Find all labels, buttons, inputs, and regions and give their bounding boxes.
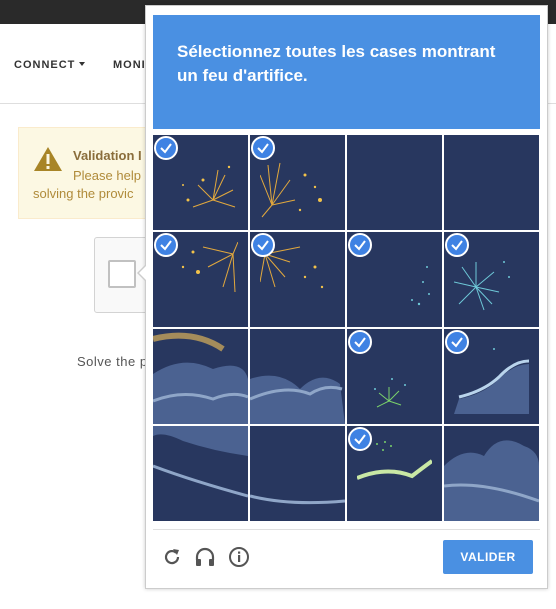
- alert-text-2: solving the provic: [33, 186, 134, 201]
- tile-r1c4[interactable]: [444, 135, 539, 230]
- tile-image: [250, 329, 345, 424]
- tile-image: [250, 426, 345, 521]
- reload-icon[interactable]: [161, 546, 183, 568]
- check-icon: [348, 427, 372, 451]
- check-icon: [445, 330, 469, 354]
- verify-button[interactable]: VALIDER: [443, 540, 533, 574]
- warning-icon: [34, 147, 62, 171]
- popup-arrow-inner: [139, 265, 147, 281]
- nav-connect-label: CONNECT: [14, 59, 76, 71]
- tile-image: [153, 426, 248, 521]
- prompt-object: feu d'artifice: [202, 66, 303, 85]
- check-icon: [251, 136, 275, 160]
- tile-r4c1[interactable]: [153, 426, 248, 521]
- nav-monitor-label: MONI: [113, 59, 146, 71]
- alert-text: Please help: [73, 168, 141, 183]
- tile-image: [347, 135, 442, 230]
- headphones-icon[interactable]: [194, 546, 216, 568]
- image-grid: [153, 135, 540, 522]
- captcha-checkbox[interactable]: [108, 260, 136, 288]
- check-icon: [445, 233, 469, 257]
- tile-r3c2[interactable]: [250, 329, 345, 424]
- check-icon: [154, 136, 178, 160]
- check-icon: [348, 233, 372, 257]
- prompt-line-1: Sélectionnez toutes les cases montrant: [177, 42, 496, 61]
- check-icon: [154, 233, 178, 257]
- check-icon: [348, 330, 372, 354]
- prompt-line-2: un feu d'artifice.: [177, 64, 516, 88]
- solve-text: Solve the p: [77, 354, 148, 369]
- tile-image: [444, 426, 539, 521]
- tile-r4c2[interactable]: [250, 426, 345, 521]
- nav-connect[interactable]: CONNECT: [14, 59, 86, 71]
- caret-down-icon: [79, 62, 86, 66]
- tile-r3c1[interactable]: [153, 329, 248, 424]
- tile-r1c3[interactable]: [347, 135, 442, 230]
- prompt-prefix: un: [177, 66, 203, 85]
- tile-image: [153, 329, 248, 424]
- tile-r4c4[interactable]: [444, 426, 539, 521]
- captcha-challenge-popup: Sélectionnez toutes les cases montrant u…: [137, 5, 548, 589]
- tile-image: [444, 135, 539, 230]
- check-icon: [251, 233, 275, 257]
- info-icon[interactable]: [228, 546, 250, 568]
- footer-divider: [153, 529, 540, 530]
- alert-title: Validation I: [73, 148, 142, 163]
- challenge-header: Sélectionnez toutes les cases montrant u…: [153, 15, 540, 129]
- prompt-suffix: .: [302, 66, 308, 85]
- nav-monitor[interactable]: MONI: [113, 59, 146, 71]
